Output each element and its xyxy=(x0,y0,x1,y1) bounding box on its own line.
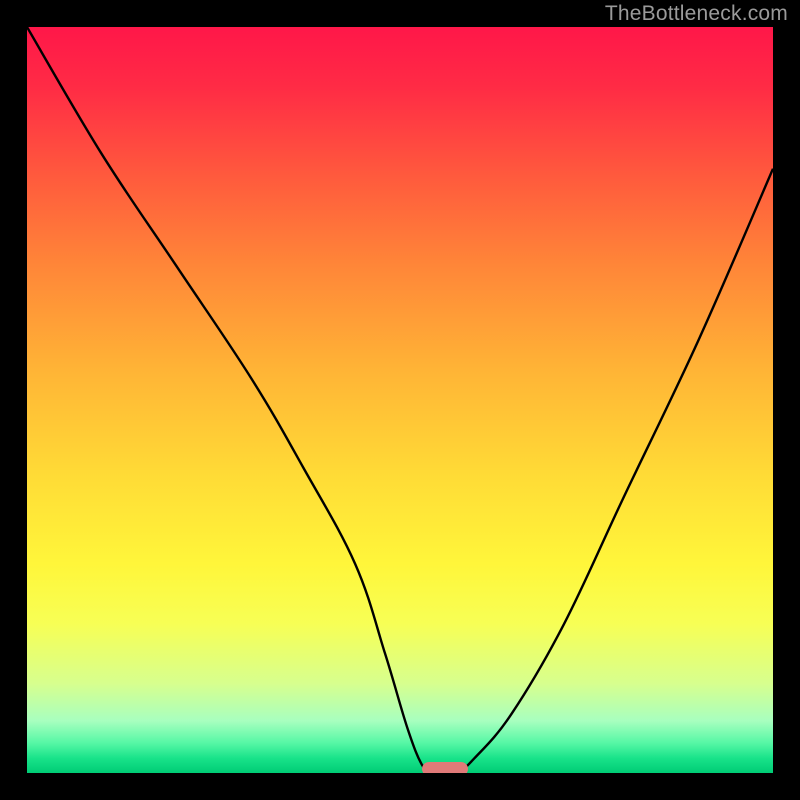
chart-frame: TheBottleneck.com xyxy=(0,0,800,800)
optimum-marker xyxy=(422,762,468,773)
plot-area xyxy=(27,27,773,773)
bottleneck-curve xyxy=(27,27,773,773)
curve-svg xyxy=(27,27,773,773)
watermark-text: TheBottleneck.com xyxy=(605,2,788,26)
